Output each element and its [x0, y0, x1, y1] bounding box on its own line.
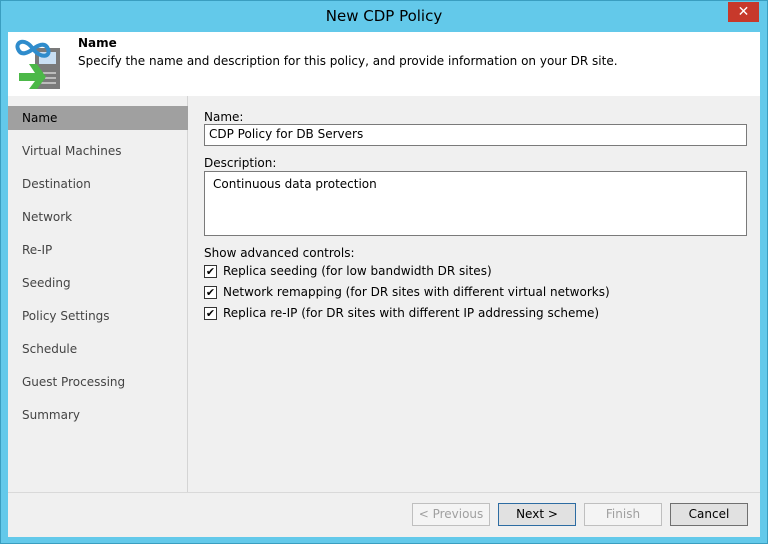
name-input[interactable]: CDP Policy for DB Servers [204, 124, 747, 146]
step-virtual-machines[interactable]: Virtual Machines [8, 139, 188, 163]
advanced-controls-label: Show advanced controls: [204, 246, 355, 260]
page-title: Name [78, 36, 117, 50]
step-policy-settings[interactable]: Policy Settings [8, 304, 188, 328]
cancel-button[interactable]: Cancel [670, 503, 748, 526]
step-destination[interactable]: Destination [8, 172, 188, 196]
checkbox-checked-icon[interactable]: ✔ [204, 264, 217, 278]
network-remapping-checkbox[interactable]: ✔ Network remapping (for DR sites with di… [204, 285, 610, 299]
cdp-policy-icon [15, 39, 60, 89]
wizard-footer: < Previous Next > Finish Cancel [8, 492, 760, 537]
name-label: Name: [204, 110, 244, 124]
main-panel: Name: CDP Policy for DB Servers Descript… [189, 96, 760, 492]
checkbox-label: Replica re-IP (for DR sites with differe… [223, 306, 600, 320]
step-name[interactable]: Name [8, 106, 188, 130]
previous-button[interactable]: < Previous [412, 503, 490, 526]
wizard-steps: Name Virtual Machines Destination Networ… [8, 96, 188, 492]
replica-re-ip-checkbox[interactable]: ✔ Replica re-IP (for DR sites with differ… [204, 306, 599, 320]
step-summary[interactable]: Summary [8, 403, 188, 427]
step-schedule[interactable]: Schedule [8, 337, 188, 361]
wizard-window: New CDP Policy ✕ Name Specify the name a… [0, 0, 768, 544]
finish-button[interactable]: Finish [584, 503, 662, 526]
description-label: Description: [204, 156, 277, 170]
step-network[interactable]: Network [8, 205, 188, 229]
step-re-ip[interactable]: Re-IP [8, 238, 188, 262]
checkbox-label: Network remapping (for DR sites with dif… [223, 285, 610, 299]
wizard-client: Name Specify the name and description fo… [8, 32, 760, 537]
checkbox-label: Replica seeding (for low bandwidth DR si… [223, 264, 492, 278]
page-description: Specify the name and description for thi… [78, 54, 618, 68]
wizard-header: Name Specify the name and description fo… [8, 32, 760, 96]
description-input[interactable]: Continuous data protection [204, 171, 747, 236]
checkbox-checked-icon[interactable]: ✔ [204, 285, 217, 299]
checkbox-checked-icon[interactable]: ✔ [204, 306, 217, 320]
step-seeding[interactable]: Seeding [8, 271, 188, 295]
replica-seeding-checkbox[interactable]: ✔ Replica seeding (for low bandwidth DR s… [204, 264, 492, 278]
close-button[interactable]: ✕ [728, 2, 759, 22]
next-button[interactable]: Next > [498, 503, 576, 526]
window-title: New CDP Policy [325, 7, 443, 25]
step-guest-processing[interactable]: Guest Processing [8, 370, 188, 394]
